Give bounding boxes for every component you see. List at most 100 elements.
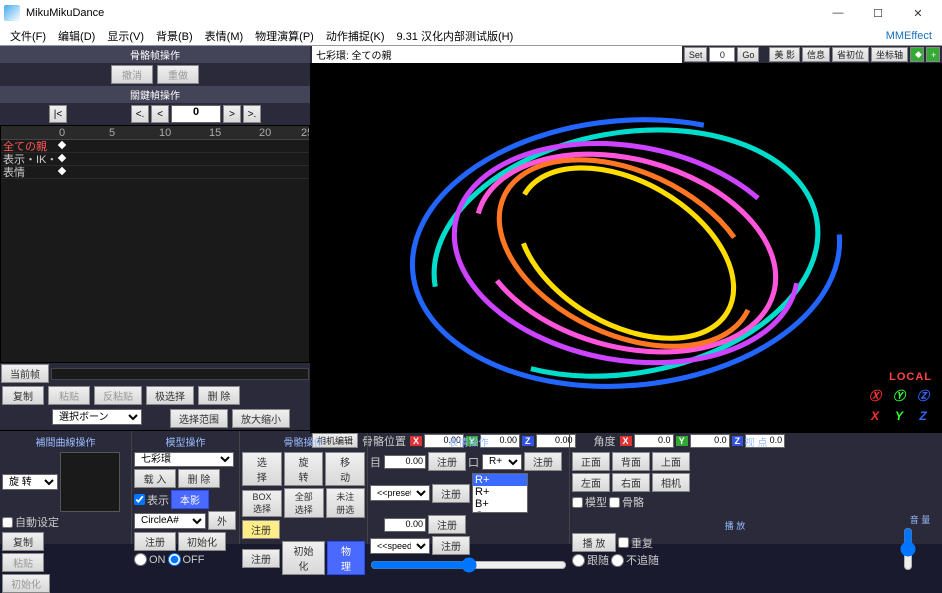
- rot-x-icon[interactable]: Ⓧ: [866, 387, 884, 405]
- auto-check[interactable]: 自動设定: [2, 514, 129, 530]
- eye-reg[interactable]: 注册: [428, 452, 466, 471]
- lip-reg[interactable]: 注册: [428, 515, 466, 534]
- set-value[interactable]: 0: [709, 47, 735, 62]
- timeline[interactable]: 0 5 10 15 20 25 全ての親 表示・IK・外観 表情: [0, 125, 310, 363]
- play-button[interactable]: 播 放: [572, 533, 616, 552]
- vp-plus-icon[interactable]: +: [926, 47, 940, 62]
- bone-select[interactable]: 选 择: [242, 452, 282, 486]
- nofollow-radio[interactable]: 不追随: [611, 552, 659, 568]
- list-item[interactable]: R+: [473, 474, 527, 486]
- info-button[interactable]: 信息: [802, 47, 830, 62]
- model-del[interactable]: 删 除: [178, 469, 220, 488]
- view-back[interactable]: 背面: [612, 452, 650, 471]
- face-slider[interactable]: [370, 557, 567, 573]
- vp-green-icon[interactable]: ◆: [910, 47, 924, 62]
- current-frame-button[interactable]: 当前帧: [1, 364, 49, 383]
- keyframe-icon[interactable]: [58, 167, 66, 175]
- model-select[interactable]: 七彩環: [134, 452, 234, 467]
- view-top[interactable]: 上面: [652, 452, 690, 471]
- nav-next[interactable]: >: [223, 105, 241, 123]
- copy-button[interactable]: 复制: [2, 386, 44, 405]
- move-y-icon[interactable]: Y: [890, 407, 908, 425]
- zoom-button[interactable]: 放大缩小: [232, 409, 290, 428]
- volume-slider[interactable]: [900, 527, 916, 571]
- menu-version[interactable]: 9.31 汉化内部测试版(H): [391, 28, 520, 44]
- timeline-scrollbar[interactable]: [51, 368, 309, 380]
- view-left[interactable]: 左面: [572, 473, 610, 492]
- delete-button[interactable]: 删 除: [198, 386, 240, 405]
- lip-value[interactable]: 0.00: [384, 518, 426, 532]
- menu-file[interactable]: 文件(F): [4, 28, 52, 44]
- view-bone-check[interactable]: 骨骼: [609, 494, 644, 510]
- rot-z-icon[interactable]: Ⓩ: [914, 387, 932, 405]
- view-model-check[interactable]: 模型: [572, 494, 607, 510]
- bone-init[interactable]: 初始化: [282, 541, 325, 575]
- undo-button[interactable]: 撤消: [111, 65, 153, 84]
- morph-list[interactable]: R+ R+ B+ G+: [472, 473, 528, 513]
- invpaste-button[interactable]: 反粘贴: [94, 386, 142, 405]
- brow-select[interactable]: <<preset1: [370, 485, 430, 501]
- menu-physics[interactable]: 物理演算(P): [249, 28, 320, 44]
- menu-mocap[interactable]: 动作捕捉(K): [320, 28, 391, 44]
- close-button[interactable]: ✕: [898, 0, 938, 26]
- bone-phys[interactable]: 物 理: [327, 541, 365, 575]
- ext-button[interactable]: 外: [208, 511, 236, 530]
- other-select[interactable]: <<speed4+: [370, 538, 430, 554]
- range-button[interactable]: 选择范围: [170, 409, 228, 428]
- axes-button[interactable]: 坐标轴: [871, 47, 908, 62]
- nav-prev[interactable]: <: [151, 105, 169, 123]
- curve-mode-select[interactable]: 旋 转: [2, 474, 58, 490]
- set-button[interactable]: Set: [684, 47, 708, 62]
- maximize-button[interactable]: ☐: [858, 0, 898, 26]
- redo-button[interactable]: 重做: [157, 65, 199, 84]
- model-load[interactable]: 载 入: [134, 469, 176, 488]
- go-button[interactable]: Go: [737, 47, 759, 62]
- list-item[interactable]: G+: [473, 510, 527, 513]
- minimize-button[interactable]: —: [818, 0, 858, 26]
- view-right[interactable]: 右面: [612, 473, 650, 492]
- on-radio[interactable]: ON: [134, 553, 166, 566]
- other-reg[interactable]: 注册: [432, 536, 470, 555]
- menu-view[interactable]: 显示(V): [101, 28, 150, 44]
- curve-copy[interactable]: 复制: [2, 532, 44, 551]
- curve-init[interactable]: 初始化: [2, 574, 50, 593]
- mouth-reg[interactable]: 注册: [524, 452, 562, 471]
- savepos-button[interactable]: 省初位: [832, 47, 869, 62]
- disp-check[interactable]: 表示: [134, 492, 169, 508]
- viewport-3d[interactable]: LOCAL Ⓧ Ⓨ Ⓩ X Y Z: [310, 63, 942, 433]
- frame-input[interactable]: 0: [171, 105, 221, 123]
- nav-next2[interactable]: >.: [243, 105, 261, 123]
- list-item[interactable]: B+: [473, 498, 527, 510]
- list-item[interactable]: R+: [473, 486, 527, 498]
- eye-value[interactable]: 0.00: [384, 455, 426, 469]
- mmeffect-label[interactable]: MMEffect: [886, 30, 938, 42]
- bone-boxsel[interactable]: BOX选择: [242, 490, 282, 517]
- bone-rot[interactable]: 旋 转: [284, 452, 324, 486]
- keyframe-icon[interactable]: [58, 141, 66, 149]
- brow-reg[interactable]: 注册: [432, 484, 470, 503]
- model-reg[interactable]: 注册: [134, 532, 176, 551]
- mouth-select[interactable]: R+: [482, 454, 522, 470]
- bone-reg[interactable]: 注册: [242, 520, 280, 539]
- model-init[interactable]: 初始化: [178, 532, 226, 551]
- bone-unsel[interactable]: 未注册选: [326, 488, 365, 518]
- bone-select-dropdown[interactable]: 選択ボーン: [52, 409, 142, 425]
- rot-y-icon[interactable]: Ⓨ: [890, 387, 908, 405]
- repeat-check[interactable]: 重复: [618, 535, 653, 551]
- menu-background[interactable]: 背景(B): [150, 28, 199, 44]
- curve-paste[interactable]: 粘贴: [2, 553, 44, 572]
- bone-allsel[interactable]: 全部选择: [284, 488, 323, 518]
- off-radio[interactable]: OFF: [168, 553, 205, 566]
- keyframe-icon[interactable]: [58, 154, 66, 162]
- menu-edit[interactable]: 编辑(D): [52, 28, 101, 44]
- move-z-icon[interactable]: Z: [914, 407, 932, 425]
- follow-radio[interactable]: 跟随: [572, 552, 609, 568]
- bone-reg2[interactable]: 注册: [242, 549, 280, 568]
- nav-prev2[interactable]: <.: [131, 105, 149, 123]
- model-shadow[interactable]: 本影: [171, 490, 209, 509]
- rangesel-button[interactable]: 极选择: [146, 386, 194, 405]
- view-camera[interactable]: 相机: [652, 473, 690, 492]
- curve-pad[interactable]: [60, 452, 120, 512]
- view-front[interactable]: 正面: [572, 452, 610, 471]
- shadow-button[interactable]: 美 影: [769, 47, 800, 62]
